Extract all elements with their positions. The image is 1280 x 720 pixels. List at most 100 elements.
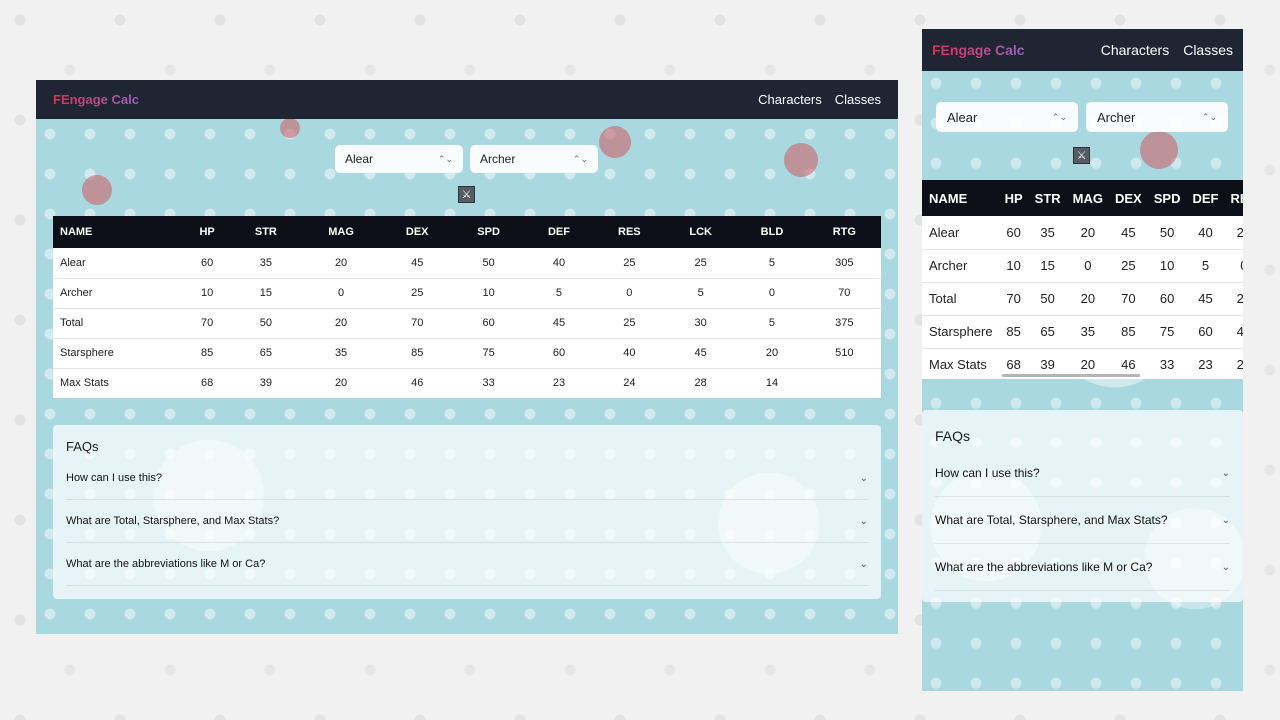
chevron-down-icon: ⌄ xyxy=(1221,561,1230,573)
table-cell: 65 xyxy=(1028,315,1067,349)
col-header: MAG xyxy=(328,226,354,238)
table-cell: 50 xyxy=(1147,216,1187,250)
table-cell: 510 xyxy=(807,338,881,369)
class-select[interactable]: Archer ⌃⌄ xyxy=(1086,102,1228,132)
faq-item[interactable]: What are the abbreviations like M or Ca?… xyxy=(66,543,868,586)
faq-question: How can I use this? xyxy=(935,466,1040,480)
table-header-row: NAME HP STR MAG DEX SPD DEF RES LCK BLD … xyxy=(53,216,881,248)
table-cell xyxy=(807,368,881,398)
table-row: Archer101502510505070 xyxy=(922,249,1243,283)
table-cell: 5 xyxy=(736,308,808,339)
table-cell: Starsphere xyxy=(922,315,999,349)
table-cell: 25 xyxy=(665,248,737,279)
chevron-down-icon: ⌄ xyxy=(859,558,868,570)
col-header: DEF xyxy=(1192,190,1219,206)
faq-item[interactable]: What are Total, Starsphere, and Max Stat… xyxy=(935,497,1230,544)
table-cell: 24 xyxy=(1224,348,1243,379)
navbar: FEngage Calc Characters Classes xyxy=(36,80,898,119)
table-cell: 35 xyxy=(1028,216,1067,250)
character-select-value: Alear xyxy=(345,152,374,166)
navbar: FEngage Calc Characters Classes xyxy=(922,29,1243,71)
table-cell: 20 xyxy=(300,368,382,398)
table-cell: 60 xyxy=(1186,315,1225,349)
table-row: Total70502070604525305375 xyxy=(53,308,881,339)
table-row: Max Stats683920463323242814 xyxy=(53,368,881,398)
table-header-row: NAME HP STR MAG DEX SPD DEF RES LCK BLD … xyxy=(922,180,1243,216)
table-cell: 45 xyxy=(381,248,453,279)
table-cell: 25 xyxy=(1109,249,1148,283)
chevron-updown-icon: ⌃⌄ xyxy=(572,153,588,164)
stats-table-container[interactable]: NAME HP STR MAG DEX SPD DEF RES LCK BLD … xyxy=(922,180,1243,379)
faq-question: How can I use this? xyxy=(66,472,162,484)
table-cell: 0 xyxy=(1066,249,1109,283)
table-cell: 10 xyxy=(452,278,525,309)
table-cell: 45 xyxy=(665,338,737,369)
character-select[interactable]: Alear ⌃⌄ xyxy=(335,145,463,173)
col-header: DEX xyxy=(1115,190,1142,206)
table-cell: 50 xyxy=(452,248,525,279)
table-cell: 39 xyxy=(231,368,301,398)
table-cell: 25 xyxy=(1224,282,1243,316)
chevron-down-icon: ⌄ xyxy=(859,515,868,527)
nav-classes-link[interactable]: Classes xyxy=(1183,42,1233,58)
faq-item[interactable]: How can I use this? ⌄ xyxy=(935,450,1230,497)
table-scrollbar[interactable] xyxy=(1002,374,1140,377)
table-cell: 45 xyxy=(1186,282,1225,316)
col-header: DEX xyxy=(405,226,429,238)
faq-item[interactable]: What are Total, Starsphere, and Max Stat… xyxy=(66,500,868,543)
table-cell: 60 xyxy=(998,216,1029,250)
class-select-value: Archer xyxy=(480,152,516,166)
table-cell: 70 xyxy=(807,278,881,309)
table-cell: 45 xyxy=(1109,216,1148,250)
class-select-value: Archer xyxy=(1097,109,1136,125)
table-cell: 70 xyxy=(183,308,232,339)
table-cell: 5 xyxy=(665,278,737,309)
table-row: Starsphere856535857560404520510 xyxy=(53,338,881,369)
table-cell: 10 xyxy=(1147,249,1187,283)
faq-title: FAQs xyxy=(66,439,99,454)
nav-characters-link[interactable]: Characters xyxy=(758,92,822,107)
table-cell: Max Stats xyxy=(53,368,183,398)
table-cell: 70 xyxy=(998,282,1029,316)
table-cell: 33 xyxy=(1147,348,1187,379)
nav-characters-link[interactable]: Characters xyxy=(1101,42,1169,58)
character-select[interactable]: Alear ⌃⌄ xyxy=(936,102,1078,132)
col-header: RTG xyxy=(832,226,856,238)
table-cell: 25 xyxy=(593,308,666,339)
table-cell: 35 xyxy=(1066,315,1109,349)
table-cell: 15 xyxy=(231,278,301,309)
table-cell: 15 xyxy=(1028,249,1067,283)
class-select[interactable]: Archer ⌃⌄ xyxy=(470,145,598,173)
col-header: MAG xyxy=(1072,190,1103,206)
table-cell: 35 xyxy=(231,248,301,279)
table-row: Starsphere856535857560404520510 xyxy=(922,315,1243,349)
decor-berry xyxy=(1140,131,1178,169)
table-cell: 75 xyxy=(452,338,525,369)
table-cell: 60 xyxy=(1147,282,1187,316)
col-header: STR xyxy=(1034,190,1061,206)
table-cell: 75 xyxy=(1147,315,1187,349)
table-cell: 20 xyxy=(736,338,808,369)
table-cell: 0 xyxy=(300,278,382,309)
decor-berry xyxy=(599,126,631,158)
chevron-down-icon: ⌄ xyxy=(1221,467,1230,479)
crossed-swords-icon: ⚔ xyxy=(461,189,472,201)
table-cell: Max Stats xyxy=(922,348,999,379)
stats-table-container: NAME HP STR MAG DEX SPD DEF RES LCK BLD … xyxy=(53,216,881,398)
table-cell: 23 xyxy=(1186,348,1225,379)
table-cell: 40 xyxy=(1186,216,1225,250)
crossed-swords-icon: ⚔ xyxy=(1076,150,1087,162)
faq-item[interactable]: What are the abbreviations like M or Ca?… xyxy=(935,544,1230,591)
brand-logo[interactable]: FEngage Calc xyxy=(53,92,139,107)
faq-item[interactable]: How can I use this? ⌄ xyxy=(66,457,868,500)
swap-button[interactable]: ⚔ xyxy=(1073,147,1090,164)
table-cell: 60 xyxy=(183,248,232,279)
table-cell: Alear xyxy=(53,248,183,279)
swap-button[interactable]: ⚔ xyxy=(458,186,475,203)
table-cell: 85 xyxy=(998,315,1029,349)
table-cell: 25 xyxy=(593,248,666,279)
table-cell: 40 xyxy=(1224,315,1243,349)
brand-logo[interactable]: FEngage Calc xyxy=(932,42,1025,58)
nav-classes-link[interactable]: Classes xyxy=(835,92,881,107)
table-cell: 65 xyxy=(231,338,301,369)
